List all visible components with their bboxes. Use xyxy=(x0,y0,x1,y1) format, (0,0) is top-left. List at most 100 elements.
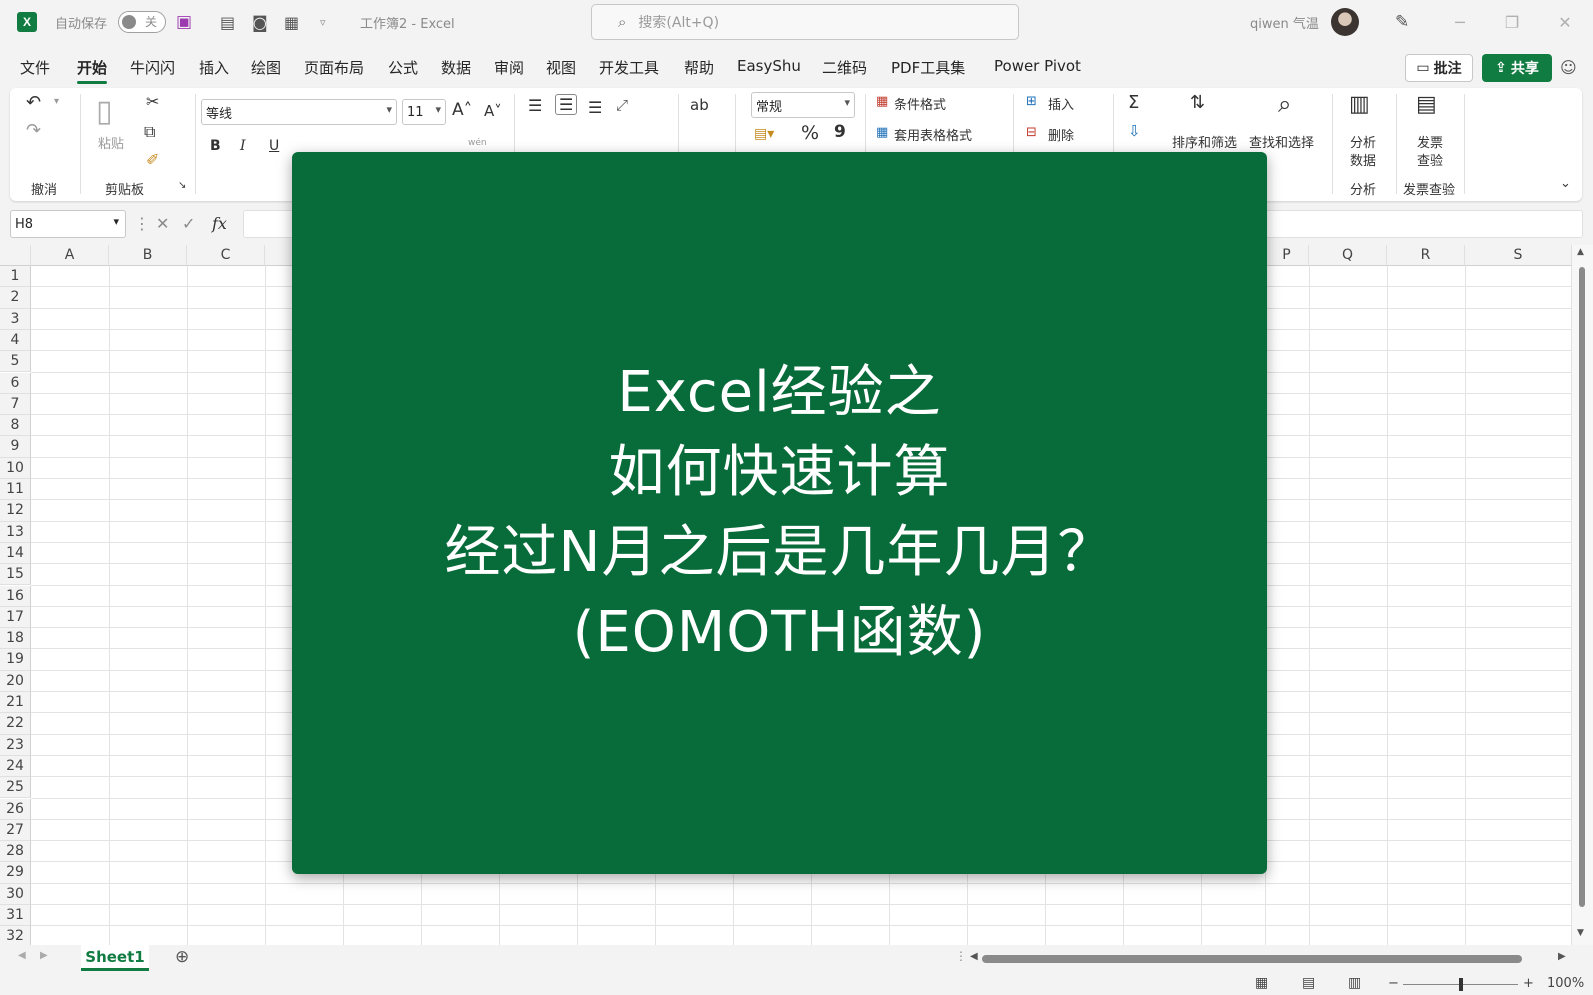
row-header[interactable]: 31 xyxy=(0,905,31,927)
zoom-in-button[interactable]: + xyxy=(1523,976,1534,991)
row-header[interactable]: 27 xyxy=(0,819,31,842)
name-box[interactable]: H8 ▾ xyxy=(10,210,126,238)
row-header[interactable]: 29 xyxy=(0,862,31,884)
row-header[interactable]: 16 xyxy=(0,585,31,607)
conditional-format-button[interactable]: 条件格式 xyxy=(894,94,946,113)
table-format-icon[interactable]: ▦ xyxy=(876,125,888,140)
sort-filter-icon[interactable]: ⇅ xyxy=(1190,92,1205,113)
tab-draw[interactable]: 绘图 xyxy=(251,57,281,78)
find-select-icon[interactable]: ⌕ xyxy=(1278,90,1291,118)
row-header[interactable]: 17 xyxy=(0,606,31,629)
print-preview-icon[interactable]: ▦ xyxy=(284,0,299,44)
page-layout-view-icon[interactable]: ▤ xyxy=(1302,975,1315,991)
analyze-data-line1[interactable]: 分析 xyxy=(1350,132,1376,151)
insert-cells-button[interactable]: 插入 xyxy=(1048,94,1074,113)
autosum-icon[interactable]: Σ xyxy=(1128,92,1139,113)
invoice-line1[interactable]: 发票 xyxy=(1417,132,1443,151)
zoom-level[interactable]: 100% xyxy=(1547,976,1584,991)
tab-qrcode[interactable]: 二维码 xyxy=(822,57,867,78)
orientation-icon[interactable]: ⤢ xyxy=(616,96,628,114)
fill-icon[interactable]: ⇩ xyxy=(1128,122,1141,140)
tab-power-pivot[interactable]: Power Pivot xyxy=(994,57,1081,75)
search-box[interactable]: ⌕ 搜索(Alt+Q) xyxy=(591,4,1019,40)
normal-view-icon[interactable]: ▦ xyxy=(1255,975,1268,991)
scroll-left-icon[interactable]: ◀ xyxy=(970,951,978,962)
column-header[interactable]: B xyxy=(109,245,187,266)
tab-formulas[interactable]: 公式 xyxy=(388,57,418,78)
row-header[interactable]: 6 xyxy=(0,372,31,394)
align-top-icon[interactable]: ☰ xyxy=(528,96,542,115)
customize-qat-icon[interactable]: ▿ xyxy=(320,0,326,44)
column-header[interactable]: R xyxy=(1387,245,1465,266)
row-header[interactable]: 32 xyxy=(0,926,31,945)
wrap-text-icon[interactable]: ab xyxy=(690,96,709,114)
font-size-select[interactable]: 11 ▾ xyxy=(402,99,446,125)
comma-button[interactable]: 9 xyxy=(834,122,846,142)
row-header[interactable]: 12 xyxy=(0,500,31,522)
insert-function-button[interactable]: fx xyxy=(212,214,227,233)
zoom-slider-knob[interactable] xyxy=(1458,978,1463,991)
new-document-icon[interactable]: ▤ xyxy=(220,0,235,44)
next-sheet-icon[interactable]: ▶ xyxy=(40,950,48,961)
copy-icon[interactable]: ⧉ xyxy=(144,122,155,142)
undo-icon[interactable]: ↶ xyxy=(26,92,41,113)
row-header[interactable]: 21 xyxy=(0,692,31,714)
tab-niushanshan[interactable]: 牛闪闪 xyxy=(130,57,175,78)
share-button[interactable]: ⇪ 共享 xyxy=(1482,54,1552,82)
analyze-data-line2[interactable]: 数据 xyxy=(1350,150,1376,169)
autosave-toggle[interactable]: 关 xyxy=(118,11,166,33)
avatar[interactable] xyxy=(1331,8,1359,36)
paste-icon[interactable]: ▯ xyxy=(96,94,113,129)
row-header[interactable]: 10 xyxy=(0,457,31,479)
format-painter-icon[interactable]: ✐ xyxy=(146,150,159,169)
row-header[interactable]: 7 xyxy=(0,393,31,416)
tab-page-layout[interactable]: 页面布局 xyxy=(304,57,364,78)
tab-home[interactable]: 开始 xyxy=(77,57,108,84)
column-header[interactable]: C xyxy=(187,245,265,266)
decrease-font-icon[interactable]: A˅ xyxy=(484,102,502,120)
sheet-tab-sheet1[interactable]: Sheet1 xyxy=(81,945,149,971)
tab-easyshu[interactable]: EasyShu xyxy=(737,57,801,75)
tab-view[interactable]: 视图 xyxy=(546,57,576,78)
cut-icon[interactable]: ✂ xyxy=(146,92,159,111)
row-header[interactable]: 25 xyxy=(0,777,31,799)
invoice-line2[interactable]: 查验 xyxy=(1417,150,1443,169)
row-header[interactable]: 13 xyxy=(0,521,31,543)
tab-pdf-tools[interactable]: PDF工具集 xyxy=(891,57,965,78)
minimize-icon[interactable]: ─ xyxy=(1435,0,1485,44)
row-header[interactable]: 28 xyxy=(0,841,31,863)
align-middle-icon[interactable]: ☰ xyxy=(555,94,578,115)
add-sheet-button[interactable]: ⊕ xyxy=(175,947,189,967)
row-header[interactable]: 2 xyxy=(0,287,31,309)
pen-icon[interactable]: ✎ xyxy=(1395,0,1409,44)
horizontal-scroll-thumb[interactable] xyxy=(982,955,1522,963)
vertical-scrollbar[interactable]: ▲ ▼ xyxy=(1572,245,1593,945)
column-header[interactable]: A xyxy=(31,245,109,266)
tab-data[interactable]: 数据 xyxy=(441,57,471,78)
insert-cells-icon[interactable]: ⊞ xyxy=(1026,94,1037,109)
tab-insert[interactable]: 插入 xyxy=(199,57,229,78)
row-header[interactable]: 1 xyxy=(0,266,31,288)
zoom-out-button[interactable]: − xyxy=(1388,976,1399,991)
enter-icon[interactable]: ✓ xyxy=(182,214,195,233)
number-format-select[interactable]: 常规 ▾ xyxy=(751,92,855,118)
italic-button[interactable]: I xyxy=(240,138,246,154)
tab-developer[interactable]: 开发工具 xyxy=(599,57,659,78)
align-bottom-icon[interactable]: ☰ xyxy=(588,98,602,117)
collapse-ribbon-icon[interactable]: ⌄ xyxy=(1560,176,1571,191)
select-all-corner[interactable] xyxy=(0,245,31,266)
scroll-down-icon[interactable]: ▼ xyxy=(1577,928,1584,938)
paste-label[interactable]: 粘贴 xyxy=(98,133,124,152)
camera-icon[interactable]: ◙ xyxy=(252,0,268,44)
row-header[interactable]: 4 xyxy=(0,329,31,352)
analyze-data-icon[interactable]: ▥ xyxy=(1349,92,1370,117)
row-header[interactable]: 9 xyxy=(0,436,31,458)
clipboard-launcher-icon[interactable]: ↘ xyxy=(178,180,186,191)
phonetic-label[interactable]: wén xyxy=(468,138,487,148)
row-header[interactable]: 26 xyxy=(0,798,31,820)
font-name-select[interactable]: 等线 ▾ xyxy=(201,99,397,125)
increase-font-icon[interactable]: A˄ xyxy=(452,100,472,120)
delete-cells-button[interactable]: 删除 xyxy=(1048,125,1074,144)
tab-file[interactable]: 文件 xyxy=(20,57,50,78)
row-header[interactable]: 14 xyxy=(0,542,31,565)
